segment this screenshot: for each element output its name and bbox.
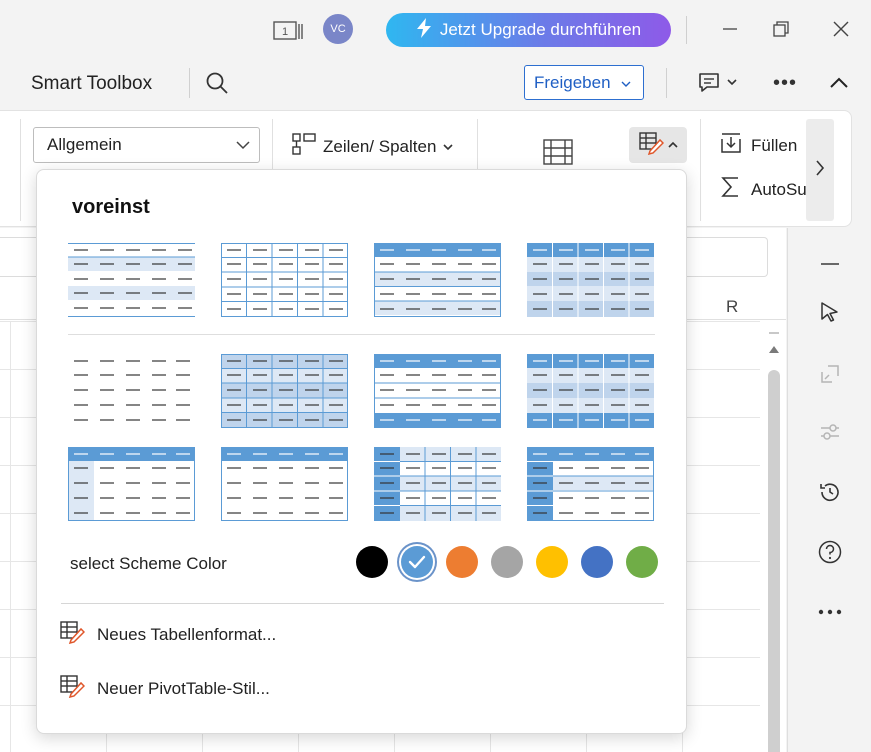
upgrade-label: Jetzt Upgrade durchführen: [439, 20, 642, 39]
chevron-right-icon: [814, 158, 826, 183]
chevron-up-icon: [668, 136, 678, 154]
minimize-icon[interactable]: [719, 18, 741, 40]
new-pivot-style-label: Neuer PivotTable-Stil...: [97, 678, 270, 698]
lightning-icon: [416, 17, 432, 43]
table-style-medium-6[interactable]: [221, 447, 349, 521]
divider: [189, 68, 190, 98]
chevron-down-icon: [442, 137, 454, 157]
new-table-style-item[interactable]: Neues Tabellenformat...: [59, 620, 276, 649]
chevron-down-icon: [621, 73, 631, 93]
scheme-color-label: select Scheme Color: [70, 554, 227, 573]
table-style-medium-5[interactable]: [68, 447, 196, 521]
comment-icon: [699, 73, 719, 92]
table-style-icon: [59, 674, 86, 703]
checkmark-icon: [408, 555, 426, 569]
search-icon[interactable]: [204, 70, 230, 96]
divider: [666, 68, 667, 98]
chevron-up-icon[interactable]: [826, 70, 852, 96]
table-style-light-3[interactable]: [374, 243, 502, 317]
transpose-icon[interactable]: [816, 360, 844, 388]
rows-columns-button[interactable]: Zeilen/ Spalten: [291, 131, 454, 162]
table-style-medium-1[interactable]: [527, 243, 655, 317]
app-title[interactable]: Smart Toolbox: [31, 73, 152, 95]
new-table-style-label: Neues Tabellenformat...: [97, 624, 277, 644]
table-style-medium-8[interactable]: [527, 447, 655, 521]
scheme-color-gold[interactable]: [536, 546, 568, 578]
rows-columns-icon: [291, 131, 317, 162]
avatar[interactable]: VC: [323, 14, 353, 44]
vertical-scrollbar[interactable]: [764, 328, 784, 752]
table-style-medium-4[interactable]: [527, 354, 655, 428]
sigma-icon: [719, 175, 743, 204]
fill-icon: [719, 131, 743, 160]
table-style-medium-7[interactable]: [374, 447, 502, 521]
more-options-icon[interactable]: [816, 598, 844, 626]
table-style-icon: [638, 131, 665, 160]
scheme-color-orange[interactable]: [446, 546, 478, 578]
scheme-color-gray[interactable]: [491, 546, 523, 578]
page-layout-icon[interactable]: 1: [273, 20, 303, 42]
table-style-light-1[interactable]: [68, 243, 196, 317]
title-bar: 1 VC Jetzt Upgrade durchführen: [0, 0, 871, 60]
divider: [700, 119, 701, 221]
table-style-dropdown: voreinst select Scheme Color Neues Tabel…: [36, 169, 687, 734]
number-format-value: Allgemein: [47, 135, 122, 154]
fill-label: Füllen: [751, 135, 798, 155]
close-icon[interactable]: [830, 18, 852, 40]
chevron-down-icon: [235, 137, 251, 158]
cursor-icon[interactable]: [816, 298, 844, 326]
new-pivot-style-item[interactable]: Neuer PivotTable-Stil...: [59, 674, 270, 703]
scrollbar-thumb[interactable]: [768, 370, 780, 752]
toolbar: Smart Toolbox Freigeben •••: [0, 60, 871, 108]
divider: [686, 16, 687, 44]
ribbon-scroll-right[interactable]: [806, 119, 834, 221]
table-frame-icon[interactable]: [541, 135, 575, 169]
scheme-color-dark-blue[interactable]: [581, 546, 613, 578]
svg-text:1: 1: [282, 26, 288, 38]
side-panel: [787, 228, 871, 752]
scheme-color-green[interactable]: [626, 546, 658, 578]
column-header-r[interactable]: R: [726, 297, 738, 317]
upgrade-button[interactable]: Jetzt Upgrade durchführen: [386, 13, 671, 47]
table-style-light-2[interactable]: [221, 243, 349, 317]
divider: [20, 119, 21, 221]
fill-button[interactable]: Füllen: [719, 131, 797, 160]
restore-icon[interactable]: [770, 18, 792, 40]
table-style-button[interactable]: [629, 127, 687, 163]
sliders-icon[interactable]: [816, 418, 844, 446]
scheme-color-blue-selected[interactable]: [401, 546, 433, 578]
minus-icon[interactable]: [816, 250, 844, 278]
scroll-up-icon[interactable]: [769, 346, 779, 353]
table-style-medium-3[interactable]: [374, 354, 502, 428]
table-style-none[interactable]: [68, 354, 196, 428]
divider: [68, 334, 655, 335]
table-style-icon: [59, 620, 86, 649]
number-format-select[interactable]: Allgemein: [33, 127, 260, 163]
share-label: Freigeben: [534, 72, 611, 92]
autosum-label: AutoSu: [751, 179, 807, 199]
more-options-icon[interactable]: •••: [772, 70, 798, 96]
table-style-medium-2[interactable]: [221, 354, 349, 428]
scrollbar-grip: [769, 332, 779, 334]
scheme-color-black[interactable]: [356, 546, 388, 578]
dropdown-title: voreinst: [72, 196, 150, 218]
autosum-button[interactable]: AutoSu: [719, 175, 807, 204]
help-icon[interactable]: [816, 538, 844, 566]
history-icon[interactable]: [816, 478, 844, 506]
rows-columns-label: Zeilen/ Spalten: [323, 136, 437, 156]
comment-button[interactable]: [697, 70, 741, 96]
divider: [61, 603, 664, 604]
share-button[interactable]: Freigeben: [524, 65, 644, 100]
